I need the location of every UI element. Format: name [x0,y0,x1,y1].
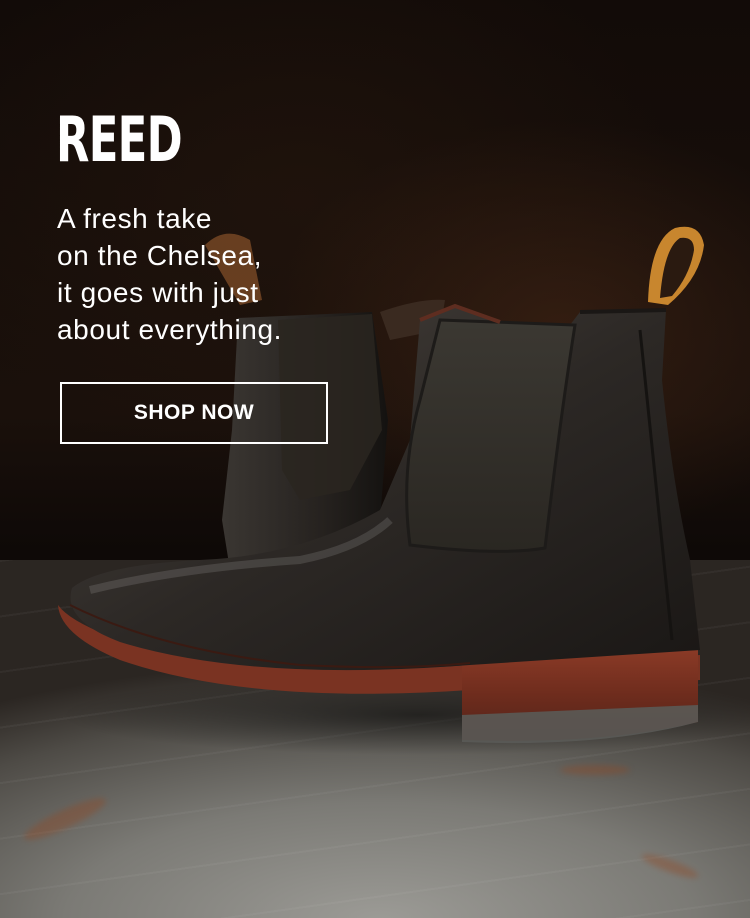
front-pull-tab [648,226,704,305]
brand-title: REED [56,103,183,176]
tagline-line: A fresh take [57,203,213,234]
tagline-line: on the Chelsea, [57,240,263,271]
hero-tagline: A fresh take on the Chelsea, it goes wit… [57,200,357,348]
tagline-line: it goes with just [57,277,259,308]
tagline-line: about everything. [57,314,283,345]
shop-now-button[interactable]: SHOP NOW [60,382,328,444]
hero-banner[interactable]: REED A fresh take on the Chelsea, it goe… [0,0,750,918]
